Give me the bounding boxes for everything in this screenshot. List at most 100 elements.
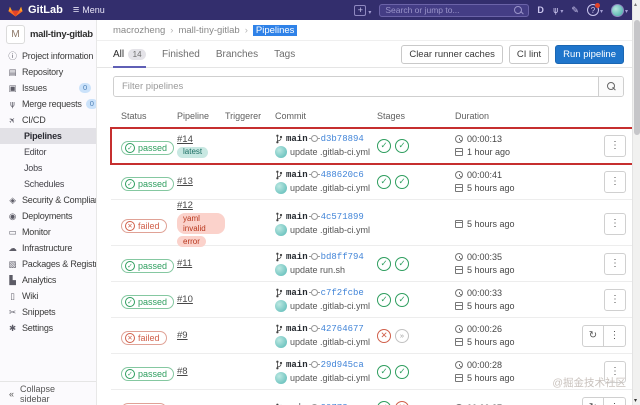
- sidebar-item-repository[interactable]: Repository: [0, 64, 96, 80]
- stage-passed-icon[interactable]: [395, 174, 409, 189]
- sidebar-item-deployments[interactable]: Deployments: [0, 208, 96, 224]
- committer-avatar[interactable]: [275, 299, 287, 312]
- help-dropdown[interactable]: [586, 3, 603, 16]
- merge-requests-shortcut[interactable]: [552, 5, 564, 16]
- sidebar-item-packages-registries[interactable]: Packages & Registries: [0, 256, 96, 272]
- vertical-scrollbar[interactable]: ▴ ▾: [632, 0, 640, 405]
- scrollbar-up-arrow[interactable]: ▴: [634, 1, 637, 8]
- pipeline-link[interactable]: #10: [177, 294, 193, 305]
- commit-sha-link[interactable]: 488620c6: [321, 170, 364, 180]
- breadcrumb-namespace[interactable]: macrozheng: [113, 25, 165, 36]
- scrollbar-down-arrow[interactable]: ▾: [634, 397, 637, 404]
- branch-link[interactable]: main: [286, 212, 308, 222]
- tab-tags[interactable]: Tags: [274, 41, 295, 67]
- brand-title[interactable]: GitLab: [28, 4, 63, 16]
- new-dropdown[interactable]: +: [354, 1, 371, 19]
- sidebar-item-snippets[interactable]: Snippets: [0, 304, 96, 320]
- commit-sha-link[interactable]: c7f2fcbe: [321, 288, 364, 298]
- committer-avatar[interactable]: [275, 145, 287, 158]
- commit-sha-link[interactable]: bd8ff794: [321, 252, 364, 262]
- commit-message[interactable]: update .gitlab-ci.yml: [290, 373, 370, 383]
- tab-finished[interactable]: Finished: [162, 41, 200, 67]
- global-search-input[interactable]: [385, 5, 515, 15]
- pipeline-link[interactable]: #13: [177, 176, 193, 187]
- branch-link[interactable]: main: [286, 170, 308, 180]
- pipeline-link[interactable]: #12: [177, 200, 193, 211]
- pipeline-link[interactable]: #8: [177, 366, 188, 377]
- branch-link[interactable]: main: [286, 252, 308, 262]
- filter-search-button[interactable]: [598, 77, 623, 96]
- retry-pipeline-button[interactable]: [582, 324, 604, 347]
- status-badge[interactable]: passed: [121, 258, 175, 273]
- sidebar-item-wiki[interactable]: Wiki: [0, 288, 96, 304]
- commit-message[interactable]: update .gitlab-ci.yml: [290, 225, 370, 235]
- filter-pipelines-input[interactable]: [114, 77, 598, 96]
- project-header[interactable]: M mall-tiny-gitlab: [0, 20, 96, 48]
- pipeline-link[interactable]: #14: [177, 134, 193, 145]
- user-menu[interactable]: [610, 3, 628, 17]
- commit-sha-link[interactable]: 4c571899: [321, 212, 364, 222]
- committer-avatar[interactable]: [275, 371, 287, 384]
- clear-runner-caches-button[interactable]: Clear runner caches: [401, 44, 503, 64]
- status-badge[interactable]: passed: [121, 176, 175, 191]
- sidebar-item-schedules[interactable]: Schedules: [0, 176, 96, 192]
- commit-sha-link[interactable]: d3b78894: [321, 134, 364, 144]
- run-pipeline-button[interactable]: Run pipeline: [555, 44, 624, 64]
- committer-avatar[interactable]: [275, 263, 287, 276]
- stage-failed-icon[interactable]: [377, 328, 391, 343]
- stage-passed-icon[interactable]: [395, 256, 409, 271]
- committer-avatar[interactable]: [275, 181, 287, 194]
- stage-passed-icon[interactable]: [395, 292, 409, 307]
- status-badge[interactable]: passed: [121, 140, 175, 155]
- committer-avatar[interactable]: [275, 223, 287, 236]
- commit-message[interactable]: update .gitlab-ci.yml: [290, 147, 370, 157]
- breadcrumb-project[interactable]: mall-tiny-gitlab: [178, 25, 239, 36]
- sidebar-item-security-compliance[interactable]: Security & Compliance: [0, 192, 96, 208]
- kebab-menu-button[interactable]: [604, 212, 626, 235]
- kebab-menu-button[interactable]: [604, 170, 626, 193]
- committer-avatar[interactable]: [275, 335, 287, 348]
- global-search[interactable]: [379, 3, 530, 17]
- commit-sha-link[interactable]: 29d945ca: [321, 360, 364, 370]
- kebab-menu-button[interactable]: [604, 288, 626, 311]
- commit-message[interactable]: update run.sh: [290, 265, 345, 275]
- status-badge[interactable]: passed: [121, 366, 175, 381]
- stage-passed-icon[interactable]: [377, 364, 391, 379]
- pipeline-link[interactable]: #11: [177, 258, 192, 269]
- sidebar-item-merge-requests[interactable]: Merge requests 0: [0, 96, 96, 112]
- retry-pipeline-button[interactable]: [582, 396, 604, 405]
- pipeline-link[interactable]: #9: [177, 330, 188, 341]
- sidebar-item-editor[interactable]: Editor: [0, 144, 96, 160]
- commit-message[interactable]: update .gitlab-ci.yml: [290, 301, 370, 311]
- stage-failed-icon[interactable]: [395, 400, 409, 405]
- kebab-menu-button[interactable]: [604, 396, 626, 405]
- sidebar-item-cicd[interactable]: CI/CD: [0, 112, 96, 128]
- sidebar-item-jobs[interactable]: Jobs: [0, 160, 96, 176]
- gitlab-tanuki-logo[interactable]: [8, 3, 23, 17]
- ci-lint-button[interactable]: CI lint: [508, 44, 550, 64]
- kebab-menu-button[interactable]: [604, 324, 626, 347]
- stage-passed-icon[interactable]: [377, 400, 391, 405]
- sidebar-item-settings[interactable]: Settings: [0, 320, 96, 336]
- commit-message[interactable]: update .gitlab-ci.yml: [290, 337, 370, 347]
- todo-icon[interactable]: [571, 5, 579, 16]
- stage-skipped-icon[interactable]: [395, 328, 409, 343]
- status-badge[interactable]: passed: [121, 294, 175, 309]
- stage-passed-icon[interactable]: [395, 138, 409, 153]
- breadcrumb-pipelines[interactable]: Pipelines: [252, 24, 298, 36]
- sidebar-item-analytics[interactable]: Analytics: [0, 272, 96, 288]
- status-badge[interactable]: failed: [121, 330, 167, 345]
- menu-button[interactable]: Menu: [73, 4, 105, 16]
- sidebar-item-project-information[interactable]: Project information: [0, 48, 96, 64]
- stage-passed-icon[interactable]: [377, 138, 391, 153]
- stage-passed-icon[interactable]: [395, 364, 409, 379]
- tab-all[interactable]: All 14: [113, 41, 147, 68]
- sidebar-item-monitor[interactable]: Monitor: [0, 224, 96, 240]
- kebab-menu-button[interactable]: [604, 252, 626, 275]
- scrollbar-thumb[interactable]: [634, 20, 640, 135]
- collapse-sidebar-button[interactable]: Collapse sidebar: [0, 381, 96, 405]
- tab-branches[interactable]: Branches: [216, 41, 258, 67]
- branch-link[interactable]: main: [286, 324, 308, 334]
- branch-link[interactable]: main: [286, 360, 308, 370]
- commit-sha-link[interactable]: 42764677: [321, 324, 364, 334]
